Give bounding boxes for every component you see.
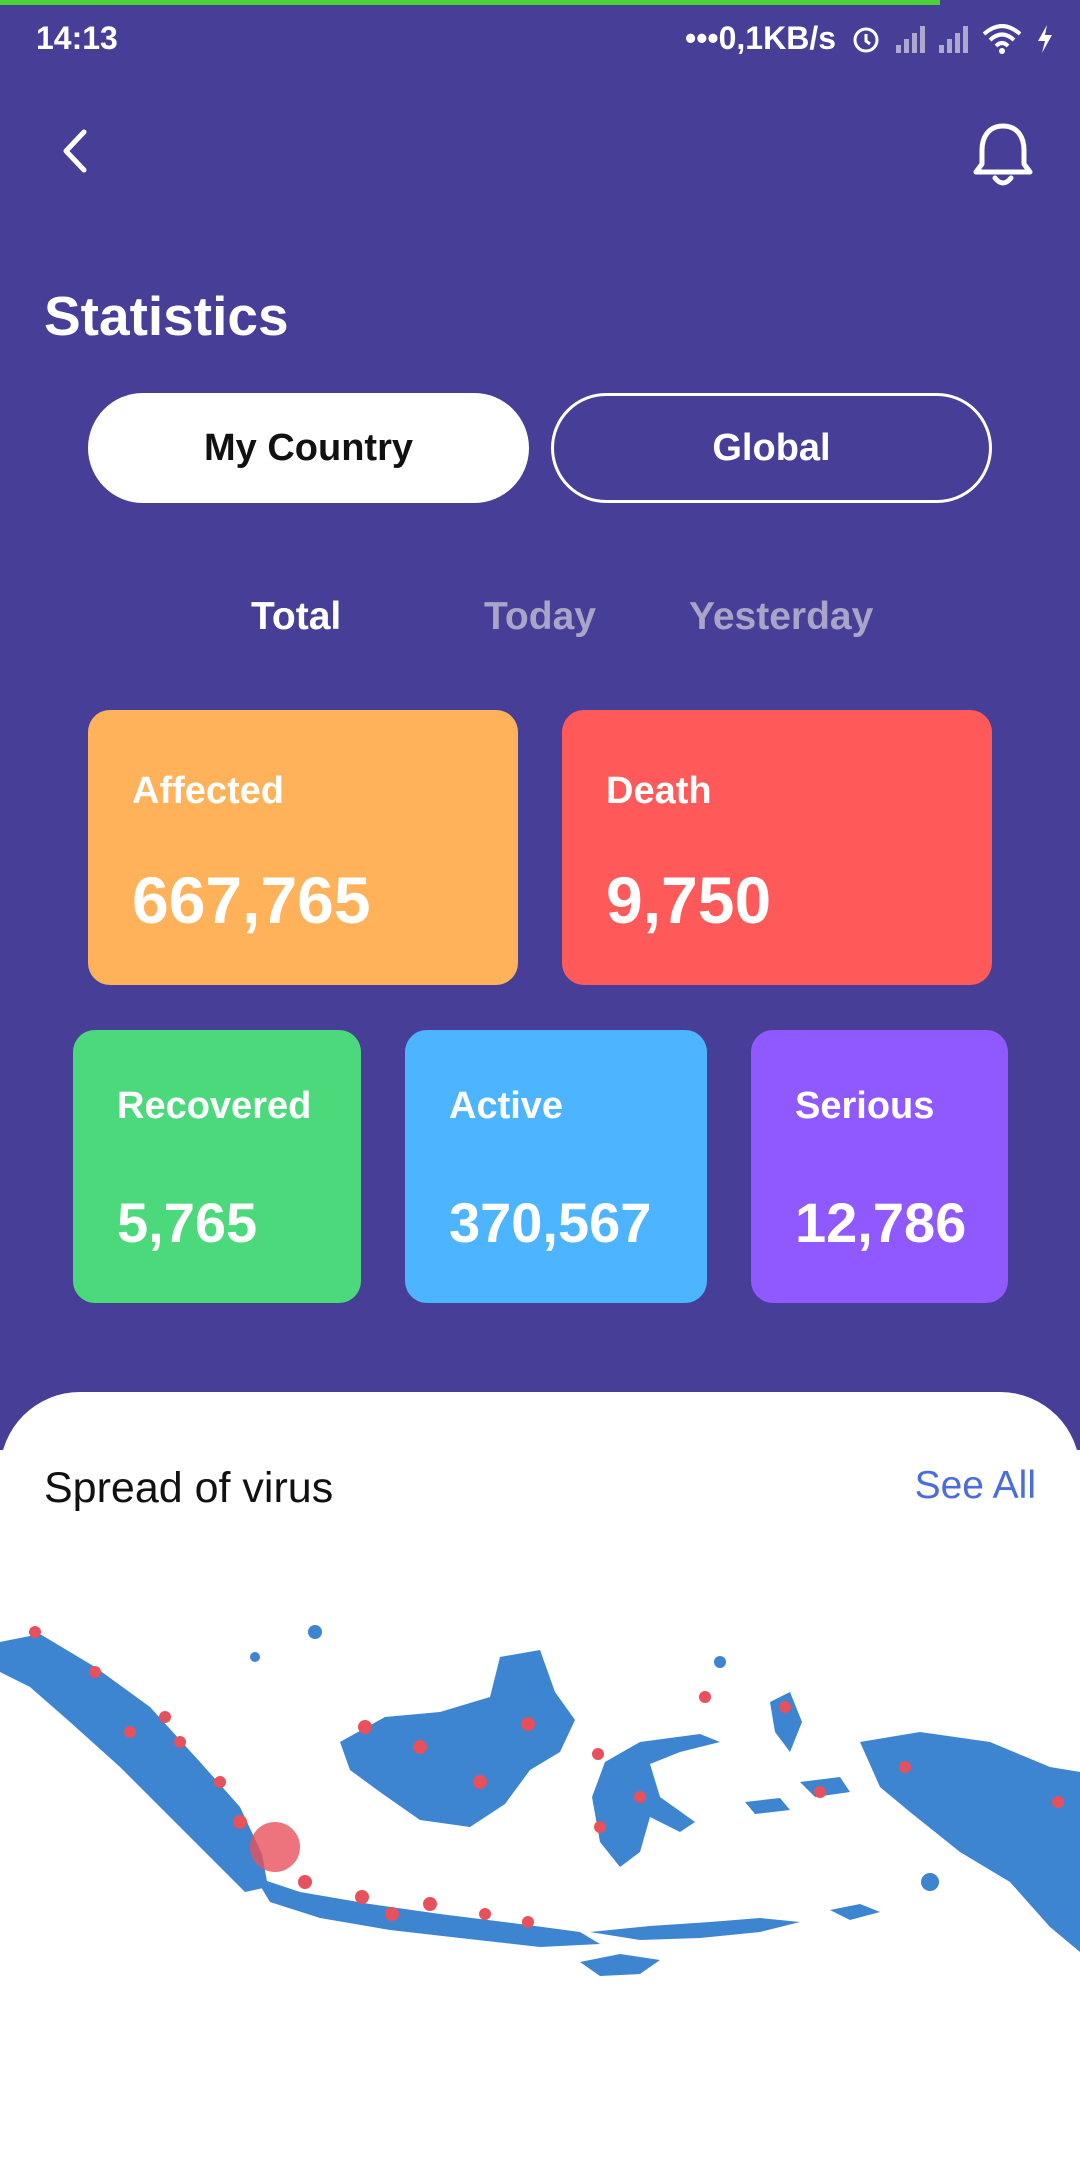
- recovered-card: Recovered 5,765: [73, 1030, 361, 1303]
- death-card: Death 9,750: [562, 710, 992, 985]
- bell-icon[interactable]: [966, 118, 1040, 190]
- my-country-toggle[interactable]: My Country: [88, 393, 529, 503]
- see-all-link[interactable]: See All: [915, 1464, 1036, 1508]
- page-title: Statistics: [44, 285, 289, 347]
- death-value: 9,750: [606, 863, 772, 937]
- network-speed: •••0,1KB/s: [685, 20, 836, 56]
- signal-icon: [896, 25, 925, 53]
- alarm-icon: [853, 27, 879, 52]
- status-indicators: •••0,1KB/s: [685, 20, 1054, 57]
- status-time: 14:13: [36, 20, 118, 56]
- active-label: Active: [449, 1085, 564, 1127]
- wifi-icon: [982, 23, 1022, 54]
- loading-progress-line: [0, 0, 940, 5]
- active-card: Active 370,567: [405, 1030, 707, 1303]
- chevron-left-icon[interactable]: [52, 120, 102, 182]
- status-bar: 14:13 •••0,1KB/s: [0, 8, 1080, 68]
- map-landmass: [0, 1625, 1080, 1976]
- active-value: 370,567: [449, 1191, 652, 1254]
- death-label: Death: [606, 770, 712, 812]
- spread-title: Spread of virus: [44, 1464, 334, 1512]
- tab-today[interactable]: Today: [484, 595, 596, 639]
- tab-yesterday[interactable]: Yesterday: [689, 595, 873, 639]
- spread-section: Spread of virus See All: [0, 1392, 1080, 2160]
- serious-card: Serious 12,786: [751, 1030, 1008, 1303]
- global-toggle[interactable]: Global: [551, 393, 992, 503]
- indonesia-map[interactable]: [0, 1592, 1080, 2032]
- signal-icon: [939, 25, 968, 53]
- serious-value: 12,786: [795, 1191, 967, 1254]
- recovered-value: 5,765: [117, 1191, 258, 1254]
- affected-card: Affected 667,765: [88, 710, 518, 985]
- charging-icon: [1038, 24, 1052, 53]
- recovered-label: Recovered: [117, 1085, 312, 1127]
- serious-label: Serious: [795, 1085, 935, 1127]
- affected-value: 667,765: [132, 863, 371, 937]
- tab-total[interactable]: Total: [251, 595, 341, 639]
- stats-header-panel: 14:13 •••0,1KB/s Statistics My Country G…: [0, 0, 1080, 1450]
- affected-label: Affected: [132, 770, 285, 812]
